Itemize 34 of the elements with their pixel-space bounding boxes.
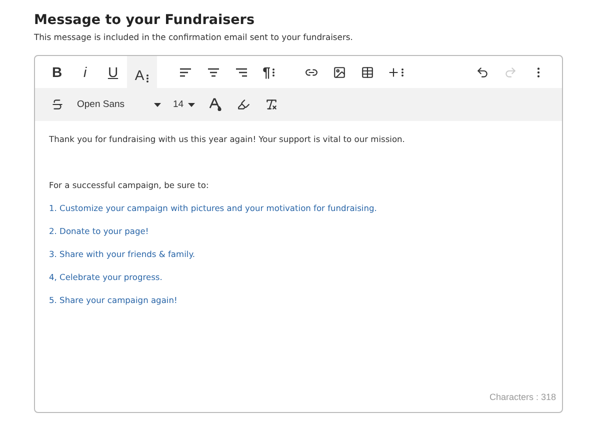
section-title: Message to your Fundraisers xyxy=(34,11,256,30)
font-select[interactable]: Open Sans xyxy=(71,90,167,118)
list-item: 2. Donate to your page! xyxy=(49,225,150,237)
editor-paragraph: Thank you for fundraising with us this year again! Your support is vital to our mission. xyxy=(49,133,406,145)
dots-icon xyxy=(400,68,404,76)
redo-icon xyxy=(504,66,516,78)
editor-paragraph: For a successful campaign, be sure to: xyxy=(49,179,210,191)
italic-button[interactable]: i xyxy=(71,56,99,88)
clear-format-icon xyxy=(264,98,278,111)
text-style-button[interactable]: A xyxy=(127,56,157,88)
list-item: 1. Customize your campaign with pictures and your motivation for fundraising. xyxy=(49,202,378,214)
align-left-icon xyxy=(178,68,192,76)
list-item: 4, Celebrate your progress. xyxy=(49,271,164,283)
bold-button[interactable]: B xyxy=(43,56,71,88)
dots-icon xyxy=(272,68,276,76)
underline-button[interactable]: U xyxy=(99,56,127,88)
list-item: 3. Share with your friends & family. xyxy=(49,248,196,260)
strikethrough-icon xyxy=(50,98,64,111)
align-center-icon xyxy=(206,68,220,76)
align-right-icon xyxy=(234,68,248,76)
caret-icon xyxy=(188,102,195,106)
text-color-icon xyxy=(208,98,222,111)
plus-icon xyxy=(386,66,400,78)
highlighter-icon xyxy=(236,98,250,111)
undo-icon xyxy=(476,66,488,78)
dots-icon xyxy=(146,74,150,83)
character-count: Characters : 318 xyxy=(489,392,556,402)
paragraph-button[interactable]: ¶ xyxy=(255,56,283,88)
image-icon xyxy=(332,66,346,78)
caret-icon xyxy=(154,102,161,106)
list-item: 5. Share your campaign again! xyxy=(49,294,178,306)
table-icon xyxy=(360,66,374,78)
font-size-select[interactable]: 14 xyxy=(167,90,201,118)
section-description: This message is included in the confirmation email sent to your fundraisers. xyxy=(34,32,354,42)
